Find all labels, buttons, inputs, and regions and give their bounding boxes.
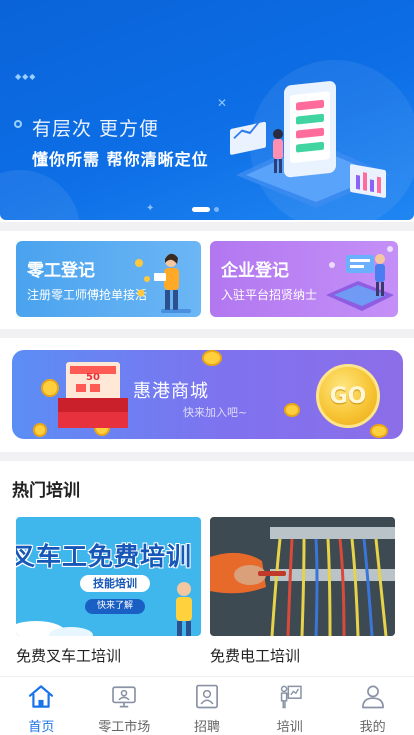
company-illustration <box>326 246 394 311</box>
card-subtitle: 入驻平台招贤纳士 <box>221 288 318 302</box>
hero-banner[interactable]: ◆◆◆ ✕ ✦ 有层次 更方便 懂你所需 帮你清晰定位 <box>0 0 414 220</box>
decor-sparkle: ✦ <box>146 203 155 214</box>
course-card-electrician[interactable]: 免费电工培训 <box>210 517 395 666</box>
mall-subtitle: 快来加入吧~ <box>183 406 248 419</box>
phone-illustration <box>230 81 391 208</box>
learn-more-button[interactable]: 快来了解 <box>85 599 145 614</box>
mall-banner[interactable]: 50 惠港商城 快来加入吧~ GO <box>12 350 403 439</box>
course-title[interactable]: 免费电工培训 <box>210 645 395 666</box>
decor-bubble <box>0 170 80 220</box>
wiring-photo <box>210 517 395 636</box>
carousel-pager[interactable] <box>192 207 219 212</box>
tab-gig-market[interactable]: 零工市场 <box>83 677 166 735</box>
tab-label: 首页 <box>28 720 55 735</box>
presentation-icon <box>280 685 302 709</box>
company-registration-card[interactable]: 企业登记 入驻平台招贤纳士 <box>210 241 398 317</box>
tab-recruitment[interactable]: 招聘 <box>166 677 249 735</box>
course-tag: 技能培训 <box>80 575 150 592</box>
section-divider <box>0 329 414 338</box>
tab-label: 我的 <box>359 720 386 735</box>
card-title: 零工登记 <box>27 261 95 281</box>
coin-decor <box>284 403 300 417</box>
course-thumbnail[interactable] <box>210 517 395 636</box>
tab-profile[interactable]: 我的 <box>331 677 414 735</box>
course-banner-text: 叉车工免费培训 <box>16 542 193 571</box>
pager-dot[interactable] <box>214 207 219 212</box>
worker-registration-card[interactable]: 零工登记 注册零工师傅抢单接活 <box>16 241 201 317</box>
section-title: 热门培训 <box>12 481 80 501</box>
worker-illustration <box>135 253 191 313</box>
tab-training[interactable]: 培训 <box>248 677 331 735</box>
mall-title: 惠港商城 <box>133 381 209 402</box>
tab-home[interactable]: 首页 <box>0 677 83 735</box>
bottom-tab-bar: 首页 零工市场 招聘 培训 我的 <box>0 676 414 735</box>
hero-headline: 有层次 更方便 <box>32 118 160 140</box>
coupon-illustration <box>33 362 128 437</box>
card-subtitle: 注册零工师傅抢单接活 <box>27 288 148 302</box>
tab-label: 招聘 <box>193 720 220 735</box>
card-title: 企业登记 <box>221 261 289 281</box>
go-button[interactable]: GO <box>316 364 380 428</box>
hero-subheadline: 懂你所需 帮你清晰定位 <box>32 150 209 169</box>
coin-decor <box>202 350 222 366</box>
home-icon <box>29 685 54 708</box>
worker-decor <box>176 582 192 636</box>
decor-dots: ◆◆◆ <box>15 72 37 81</box>
user-icon <box>361 685 384 709</box>
course-title[interactable]: 免费叉车工培训 <box>16 645 201 666</box>
pager-dot-active[interactable] <box>192 207 210 212</box>
tab-label: 培训 <box>276 720 303 735</box>
section-divider <box>0 452 414 461</box>
section-divider <box>0 222 414 231</box>
portrait-icon <box>196 684 218 709</box>
course-card-forklift[interactable]: 叉车工免费培训 技能培训 快来了解 免费叉车工培训 <box>16 517 201 666</box>
decor-ring <box>14 120 22 128</box>
coupon-value: 50 <box>86 372 100 383</box>
coin-decor <box>370 424 388 438</box>
tab-label: 零工市场 <box>98 720 151 735</box>
monitor-icon <box>112 686 136 708</box>
course-thumbnail[interactable]: 叉车工免费培训 技能培训 快来了解 <box>16 517 201 636</box>
